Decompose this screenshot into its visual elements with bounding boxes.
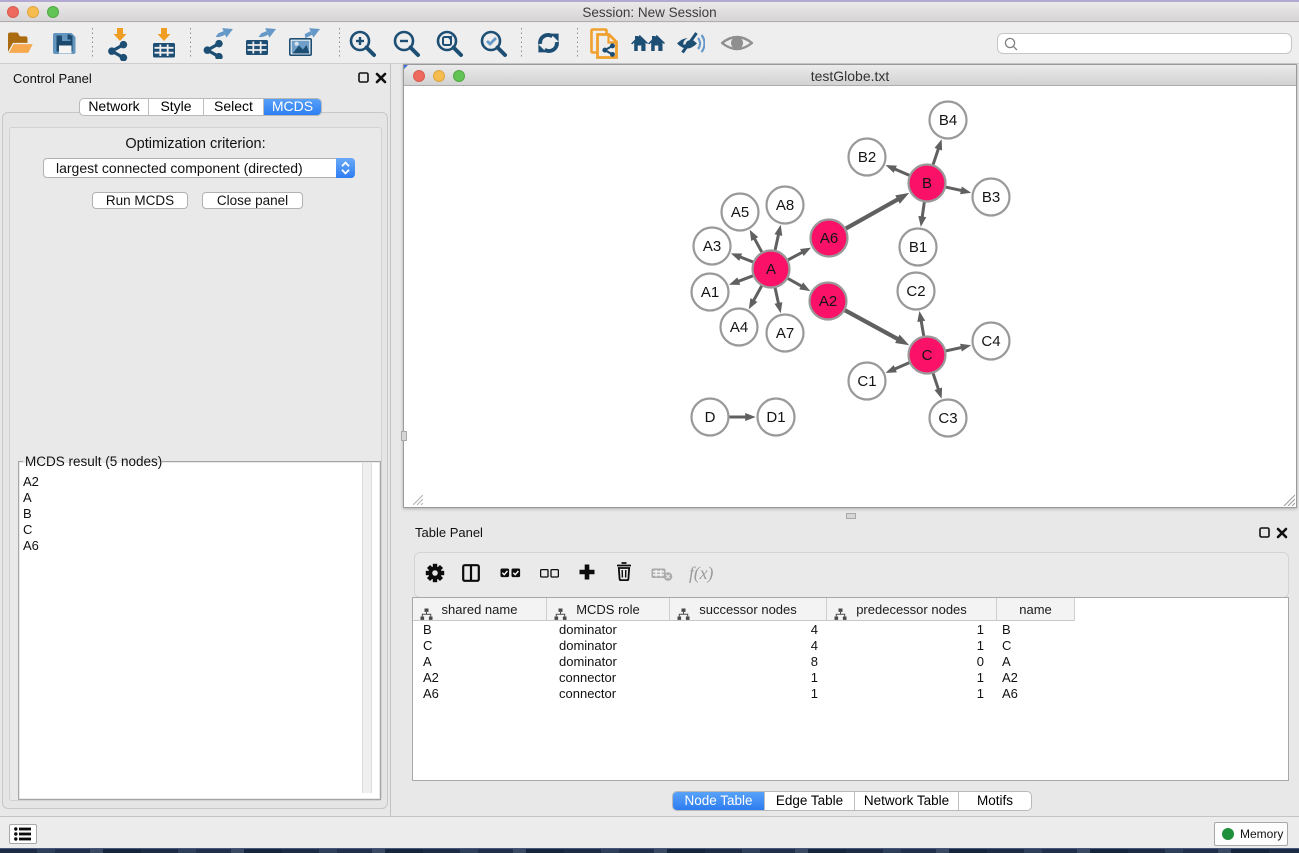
svg-text:A6: A6 — [820, 230, 838, 247]
svg-text:A5: A5 — [731, 204, 749, 221]
svg-text:A8: A8 — [776, 197, 794, 214]
svg-text:A: A — [766, 261, 776, 278]
svg-text:D: D — [705, 409, 716, 426]
svg-text:A4: A4 — [730, 319, 748, 336]
svg-text:A1: A1 — [701, 284, 719, 301]
svg-text:C3: C3 — [938, 410, 957, 427]
svg-text:C4: C4 — [981, 333, 1000, 350]
svg-text:B4: B4 — [939, 112, 957, 129]
svg-text:B1: B1 — [909, 239, 927, 256]
svg-text:B2: B2 — [858, 149, 876, 166]
svg-text:B: B — [922, 175, 932, 192]
svg-text:C2: C2 — [906, 283, 925, 300]
svg-text:A2: A2 — [819, 293, 837, 310]
svg-text:A3: A3 — [703, 238, 721, 255]
svg-text:D1: D1 — [766, 409, 785, 426]
svg-text:B3: B3 — [982, 189, 1000, 206]
svg-text:C: C — [922, 347, 933, 364]
svg-text:A7: A7 — [776, 325, 794, 342]
svg-text:C1: C1 — [857, 373, 876, 390]
